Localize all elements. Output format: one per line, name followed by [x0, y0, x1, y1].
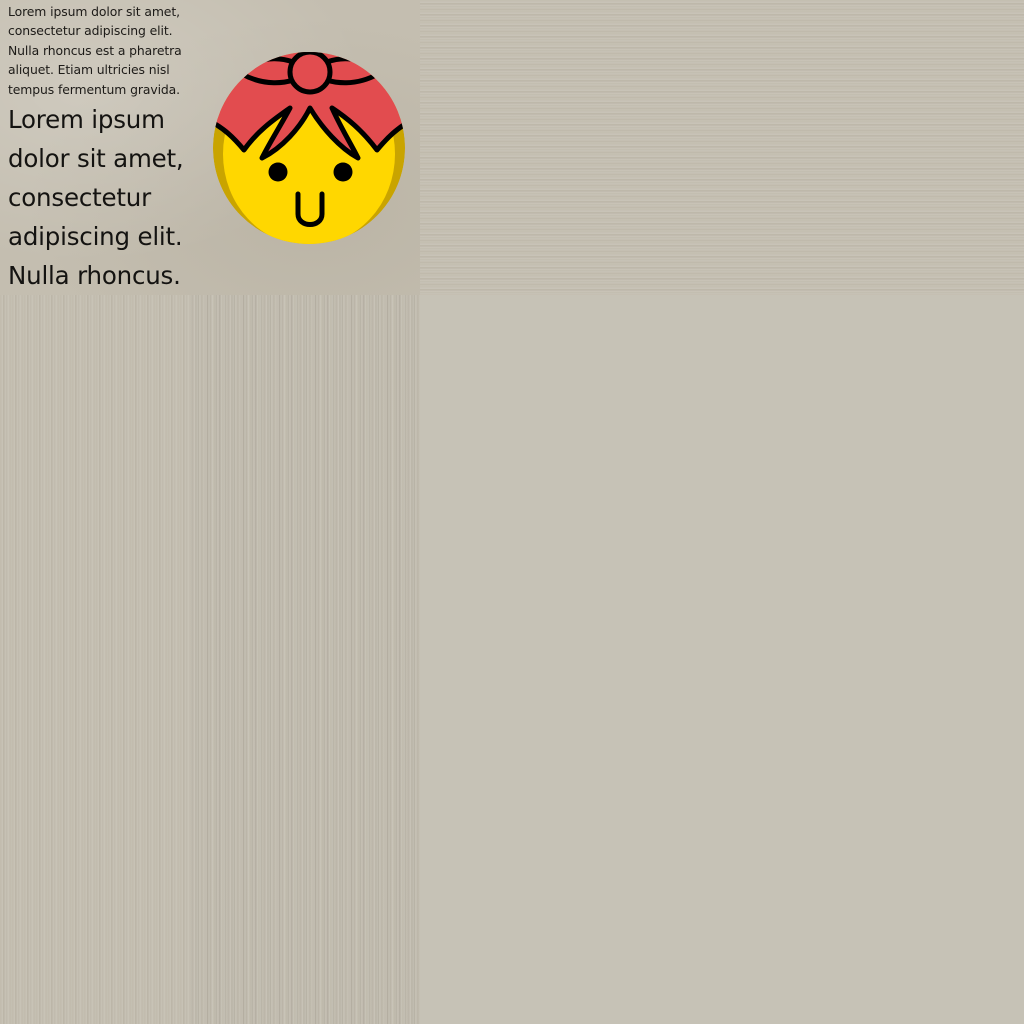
textured-paper-panel: Lorem ipsum dolor sit amet, consectetur …: [0, 0, 420, 295]
small-paragraph: Lorem ipsum dolor sit amet, consectetur …: [8, 4, 182, 97]
left-eye: [268, 162, 288, 182]
horizontal-streak-band: [420, 0, 1024, 295]
right-eye: [333, 162, 353, 182]
girl-face-with-bow-icon: [213, 52, 405, 244]
large-paragraph: Lorem ipsum dolor sit amet, consectetur …: [8, 105, 184, 290]
vertical-streak-band: [0, 295, 420, 1024]
bow-knot: [287, 52, 333, 95]
canvas: Lorem ipsum dolor sit amet, consectetur …: [0, 0, 1024, 1024]
